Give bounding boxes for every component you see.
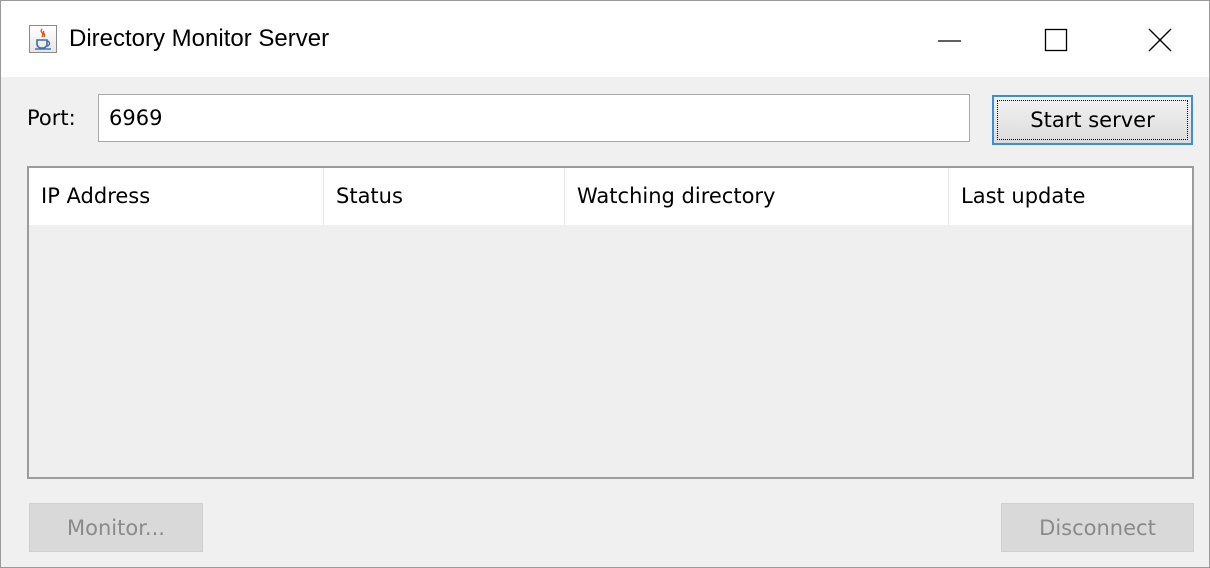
port-input[interactable]: [98, 94, 970, 142]
maximize-icon: [1044, 28, 1068, 52]
column-header-last-update[interactable]: Last update: [949, 168, 1190, 225]
start-server-button[interactable]: Start server: [992, 95, 1193, 145]
column-header-watching-directory[interactable]: Watching directory: [565, 168, 949, 225]
column-header-status[interactable]: Status: [324, 168, 565, 225]
window-title: Directory Monitor Server: [69, 25, 330, 52]
title-bar[interactable]: Directory Monitor Server: [1, 1, 1209, 77]
java-cup-icon: [29, 25, 57, 53]
minimize-icon: [938, 40, 961, 42]
close-icon: [1148, 28, 1172, 52]
monitor-button[interactable]: Monitor...: [29, 503, 203, 552]
minimize-button[interactable]: [916, 1, 982, 77]
content-area: Port: Start server IP Address Status Wat…: [1, 77, 1209, 567]
close-button[interactable]: [1127, 1, 1193, 77]
disconnect-button[interactable]: Disconnect: [1001, 503, 1194, 552]
column-header-ip-address[interactable]: IP Address: [29, 168, 324, 225]
start-server-label: Start server: [997, 100, 1188, 140]
clients-table[interactable]: IP Address Status Watching directory Las…: [27, 166, 1194, 479]
table-header: IP Address Status Watching directory Las…: [29, 168, 1192, 225]
main-window: Directory Monitor Server Port: Start ser…: [0, 0, 1210, 568]
port-label: Port:: [27, 106, 76, 130]
maximize-button[interactable]: [1023, 1, 1089, 77]
